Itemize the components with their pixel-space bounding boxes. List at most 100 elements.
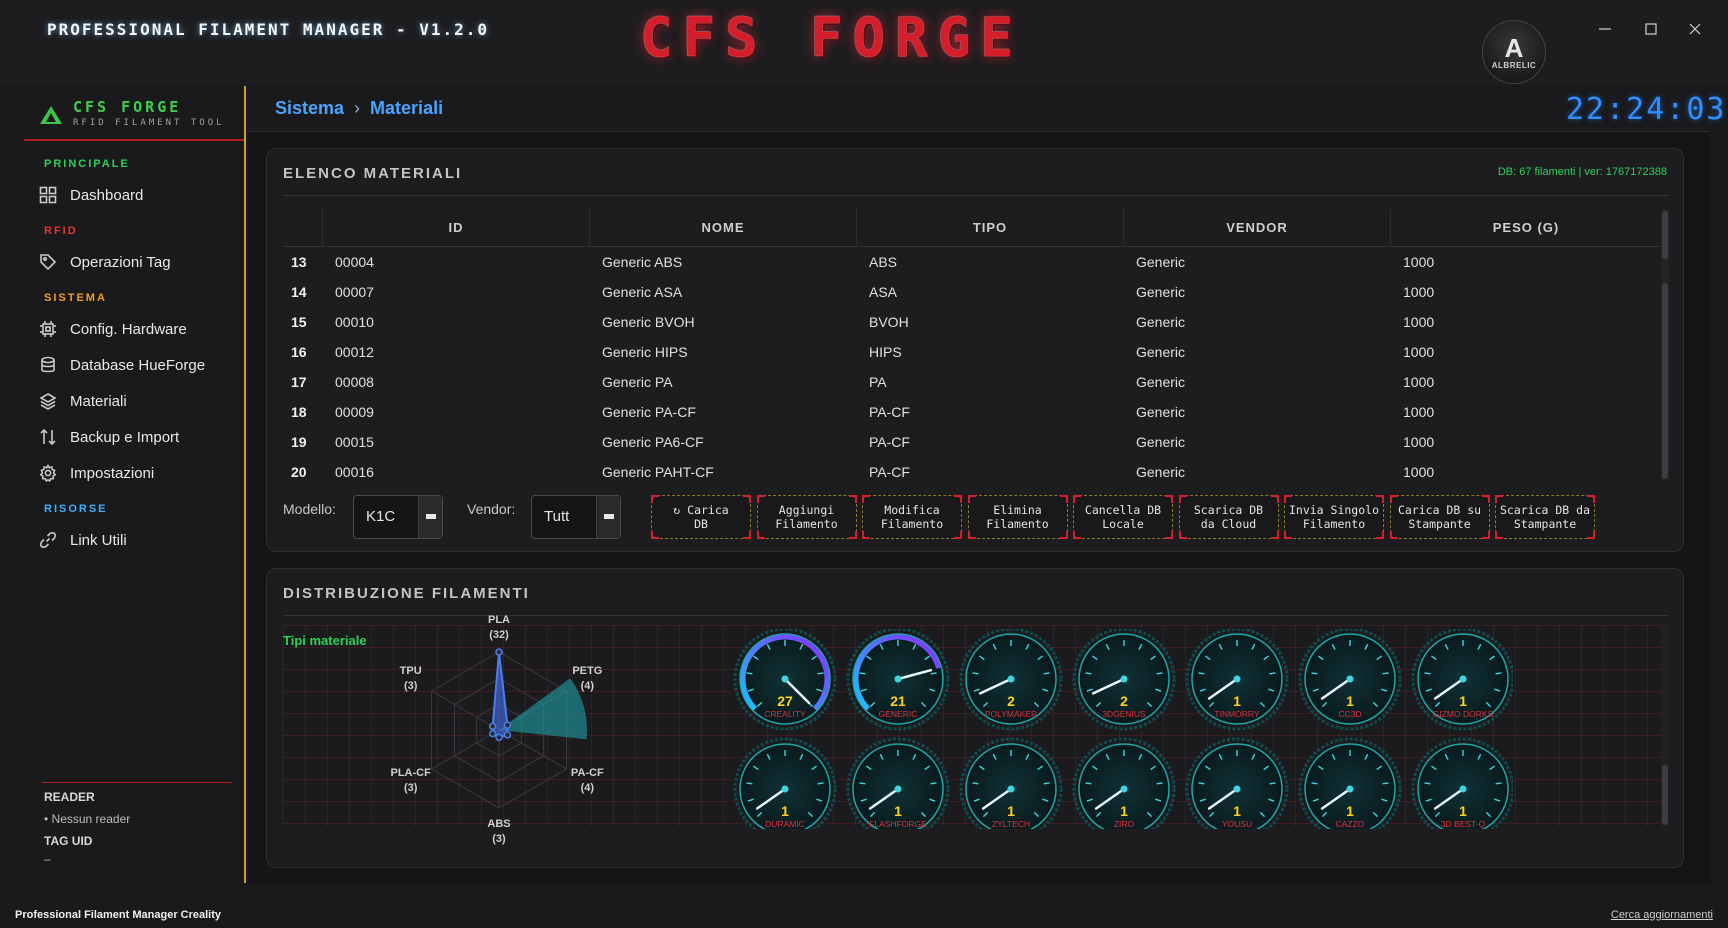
radar-chart: PLA (32) PETG (4) PA-CF (4) ABS (3) PLA-CF (3) TPU… [381,614,723,845]
cell-vendor: Generic [1136,464,1186,480]
gauge-tick [1495,782,1502,785]
maximize-icon [1645,23,1657,35]
distribution-scrollbar[interactable] [1661,625,1669,827]
radar-label: TPU (3) [381,664,441,694]
breadcrumb-sistema[interactable]: Sistema [275,98,344,118]
sidebar-item-label: Operazioni Tag [70,253,171,271]
gauge-3dgenius: 23DGENIUS [1072,629,1176,731]
gauge-tick [859,672,866,675]
column-header-index [283,209,323,247]
radar-point-pa-cf [503,731,512,739]
table-row[interactable]: 19 00015 Generic PA6-CF PA-CF Generic 1000 [283,427,1669,457]
gauge-value: 1 [1459,693,1467,709]
scrollbar-thumb[interactable] [1662,211,1668,259]
gauge-value: 1 [1233,693,1241,709]
sidebar-item-label: Database HueForge [70,356,206,374]
brand-logo-text: CFS FORGE [640,6,1023,69]
action-button-8[interactable]: Carica DB su Stampante [1389,495,1490,539]
action-button-2[interactable]: Aggiungi Filamento [756,495,857,539]
column-header-vendor[interactable]: VENDOR [1124,209,1391,247]
sidebar-item-impostazioni[interactable]: Impostazioni [38,458,238,488]
gauge-hub [1233,785,1241,793]
radar-label-name: PETG [572,665,603,677]
gauge-value: 1 [1459,803,1467,819]
action-button-label: Elimina Filamento [986,503,1049,531]
status-text: Professional Filament Manager Creality [15,909,222,921]
action-button-5[interactable]: Cancella DB Locale [1073,495,1173,539]
sidebar-item-operazioni-tag[interactable]: Operazioni Tag [38,247,238,277]
column-header-id[interactable]: ID [323,209,590,247]
title-bar: PROFESSIONAL FILAMENT MANAGER - V1.2.0 C… [0,0,1728,86]
table-row[interactable]: 17 00008 Generic PA PA Generic 1000 [283,367,1669,397]
check-updates-link[interactable]: Cerca aggiornamenti [1611,909,1713,921]
sidebar-item-dashboard[interactable]: Dashboard [38,180,238,210]
action-button-1[interactable]: ↻ Carica DB [651,495,751,539]
column-header-nome[interactable]: NOME [590,209,857,247]
action-button-4[interactable]: Elimina Filamento [967,495,1068,539]
cell-peso: 1000 [1403,464,1435,480]
panel-title: ELENCO MATERIALI [283,165,463,182]
gauge-vendor-label: FLASHFORGE [869,819,927,829]
gauge-hub [1120,675,1128,683]
sidebar-item-link-utili[interactable]: Link Utili [38,525,238,555]
corner-accent [1059,495,1068,503]
corner-accent [1059,531,1068,539]
cell-id: 00008 [335,374,374,390]
gauge-hub [1459,785,1467,793]
close-button[interactable] [1680,18,1710,44]
radar-label-count: (3) [492,833,506,845]
action-button-6[interactable]: Scarica DB da Cloud [1178,495,1279,539]
action-button-3[interactable]: Modifica Filamento [862,495,962,539]
radar-label-count: (32) [489,629,509,641]
cell-nome: Generic PA [602,374,673,390]
gauge-vendor-label: GENERIC [879,709,918,719]
model-select[interactable]: K1C [353,495,443,539]
gauge-tick [1156,672,1163,675]
table-scrollbar[interactable] [1661,209,1669,481]
dropdown-arrow-icon [418,496,442,538]
action-button-label: Scarica DB da Cloud [1193,503,1264,531]
action-button-7[interactable]: Invia Singolo Filamento [1284,495,1384,539]
layers-icon [38,391,58,411]
gauge-tick [746,672,753,675]
sidebar-item-backup-import[interactable]: Backup e Import [38,422,238,452]
radar-label: PLA-CF (3) [381,766,441,796]
column-header-peso[interactable]: PESO (G) [1391,209,1661,247]
table-row[interactable]: 16 00012 Generic HIPS HIPS Generic 1000 [283,337,1669,367]
sidebar-item-materiali[interactable]: Materiali [38,386,238,416]
maximize-button[interactable] [1636,18,1666,44]
table-row[interactable]: 14 00007 Generic ASA ASA Generic 1000 [283,277,1669,307]
cell-nome: Generic PA-CF [602,404,696,420]
gauge-vendor-label: CAZZO [1336,819,1365,829]
distribution-panel: DISTRIBUZIONE FILAMENTI Tipi materiale P… [266,568,1684,868]
action-button-label: ↻ Carica DB [673,503,729,531]
radar-point-abs [495,733,503,742]
gauge-hub [1346,675,1354,683]
avatar[interactable]: A ALBRELIC [1482,20,1546,84]
radar-point-petg [503,721,512,729]
vendor-select[interactable]: Tutt [531,495,621,539]
scrollbar-thumb[interactable] [1662,765,1668,825]
table-row[interactable]: 13 00004 Generic ABS ABS Generic 1000 [283,247,1669,277]
cell-id: 00012 [335,344,374,360]
table-row[interactable]: 15 00010 Generic BVOH BVOH Generic 1000 [283,307,1669,337]
table-row[interactable]: 18 00009 Generic PA-CF PA-CF Generic 1000 [283,397,1669,427]
corner-accent [1481,531,1490,539]
sidebar-item-config-hardware[interactable]: Config. Hardware [38,314,238,344]
action-button-9[interactable]: Scarica DB da Stampante [1495,495,1595,539]
gear-icon [38,463,58,483]
scrollbar-thumb[interactable] [1662,283,1668,479]
table-row[interactable]: 20 00016 Generic PAHT-CF PA-CF Generic 1000 [283,457,1669,481]
row-index: 19 [291,434,307,450]
sidebar-item-database-hueforge[interactable]: Database HueForge [38,350,238,380]
corner-accent [1284,531,1292,539]
corner-accent [1376,531,1384,539]
gauge-tick [1424,672,1431,675]
radar-label-name: PLA [488,614,510,626]
cell-id: 00009 [335,404,374,420]
minimize-button[interactable] [1590,18,1620,44]
db-info: DB: 67 filamenti | ver: 1767172388 [1497,166,1667,178]
action-button-label: Scarica DB da Stampante [1499,503,1590,531]
divider [283,195,1669,196]
column-header-tipo[interactable]: TIPO [857,209,1124,247]
